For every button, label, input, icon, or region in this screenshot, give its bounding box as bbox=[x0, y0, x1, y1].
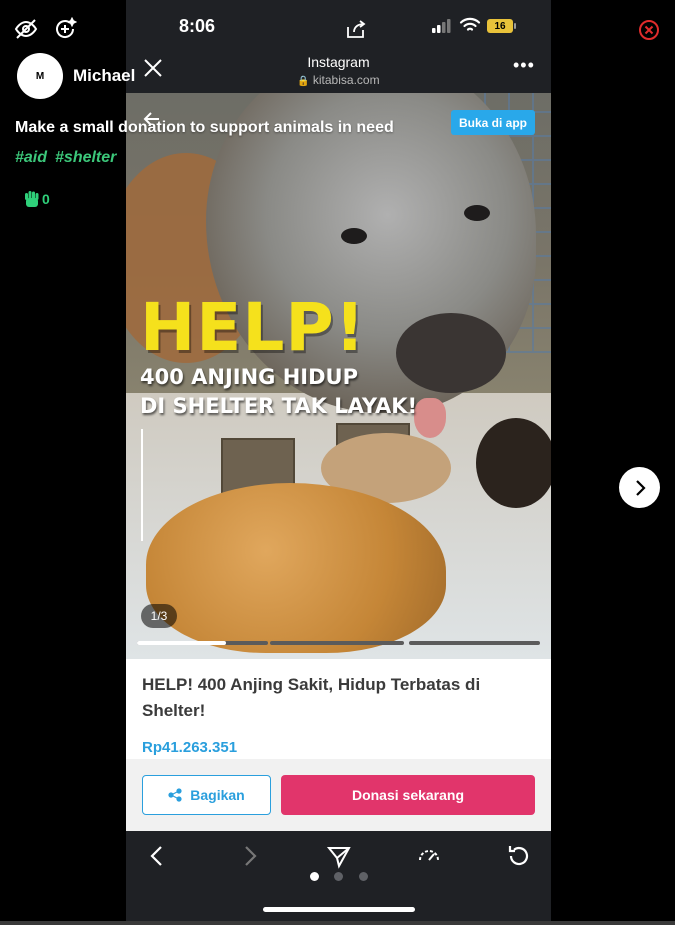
browser-title: Instagram bbox=[307, 54, 370, 70]
slide-page-indicator: 1/3 bbox=[141, 604, 177, 628]
close-circle-icon[interactable] bbox=[638, 19, 660, 41]
raised-fist-icon bbox=[25, 191, 39, 207]
hashtag-shelter[interactable]: #shelter bbox=[55, 149, 116, 166]
lock-icon: 🔒 bbox=[297, 76, 310, 87]
status-time: 8:06 bbox=[179, 16, 216, 36]
campaign-card[interactable]: HELP! 400 Anjing Sakit, Hidup Terbatas d… bbox=[126, 659, 551, 759]
action-bar: Bagikan Donasi sekarang bbox=[126, 759, 551, 831]
add-sparkle-icon[interactable] bbox=[53, 17, 77, 41]
share-button[interactable]: Bagikan bbox=[142, 775, 271, 815]
open-in-app-button[interactable]: Buka di app bbox=[451, 110, 535, 135]
hero-subline: 400 ANJING HIDUP DI SHELTER TAK LAYAK! bbox=[140, 363, 417, 421]
dog-black bbox=[476, 418, 551, 508]
campaign-amount: Rp41.263.351 bbox=[142, 739, 238, 756]
refresh-icon[interactable] bbox=[506, 843, 532, 869]
chevron-right-icon bbox=[635, 479, 646, 496]
more-options-icon[interactable]: ••• bbox=[513, 56, 535, 74]
donate-button[interactable]: Donasi sekarang bbox=[281, 775, 535, 815]
like-button[interactable]: 0 bbox=[24, 190, 50, 208]
like-count: 0 bbox=[42, 191, 50, 207]
next-button[interactable] bbox=[619, 467, 660, 508]
wifi-icon bbox=[459, 17, 481, 31]
slide-progress-2 bbox=[270, 641, 404, 645]
post-caption: Make a small donation to support animals… bbox=[15, 119, 394, 136]
dog-front bbox=[146, 483, 446, 653]
forward-icon[interactable] bbox=[236, 843, 262, 869]
phone-screen: 8:06 16 Instagram 🔒kitabisa.com ••• Buk bbox=[126, 0, 551, 925]
hashtag-list: #aid #shelter bbox=[15, 149, 124, 167]
campaign-title[interactable]: HELP! 400 Anjing Sakit, Hidup Terbatas d… bbox=[142, 672, 532, 724]
back-icon[interactable] bbox=[145, 843, 171, 869]
slide-progress-1 bbox=[137, 641, 268, 645]
share-out-icon[interactable] bbox=[345, 19, 367, 39]
browser-url: 🔒 kitabisa.com bbox=[126, 73, 551, 87]
hero-subline-1: 400 ANJING HIDUP bbox=[140, 365, 358, 389]
hashtag-aid[interactable]: #aid bbox=[15, 149, 47, 166]
window-bottom-edge bbox=[0, 921, 675, 925]
avatar[interactable]: M bbox=[17, 53, 63, 99]
share-icon bbox=[168, 788, 182, 802]
page-dot-1[interactable] bbox=[310, 872, 319, 881]
send-icon[interactable] bbox=[326, 843, 352, 869]
dog-eye-left bbox=[341, 228, 367, 244]
cellular-signal-icon bbox=[432, 19, 451, 33]
hero-subline-2: DI SHELTER TAK LAYAK! bbox=[140, 394, 418, 418]
page-dot-2[interactable] bbox=[334, 872, 343, 881]
slide-progress-3 bbox=[409, 641, 540, 645]
home-indicator[interactable] bbox=[263, 907, 415, 912]
browser-url-text: kitabisa.com bbox=[312, 73, 380, 87]
page-dot-3[interactable] bbox=[359, 872, 368, 881]
dog-eye-right bbox=[464, 205, 490, 221]
hero-headline: HELP! bbox=[140, 289, 366, 366]
text-cursor bbox=[141, 429, 143, 541]
eye-off-icon[interactable] bbox=[14, 17, 38, 41]
battery-indicator: 16 bbox=[487, 19, 516, 33]
share-button-label: Bagikan bbox=[190, 787, 245, 803]
campaign-hero-image[interactable]: Buka di app HELP! 400 ANJING HIDUP DI SH… bbox=[126, 93, 551, 659]
username[interactable]: Michael bbox=[73, 66, 135, 86]
speedometer-icon[interactable] bbox=[416, 843, 442, 869]
dog-tongue bbox=[414, 398, 446, 438]
